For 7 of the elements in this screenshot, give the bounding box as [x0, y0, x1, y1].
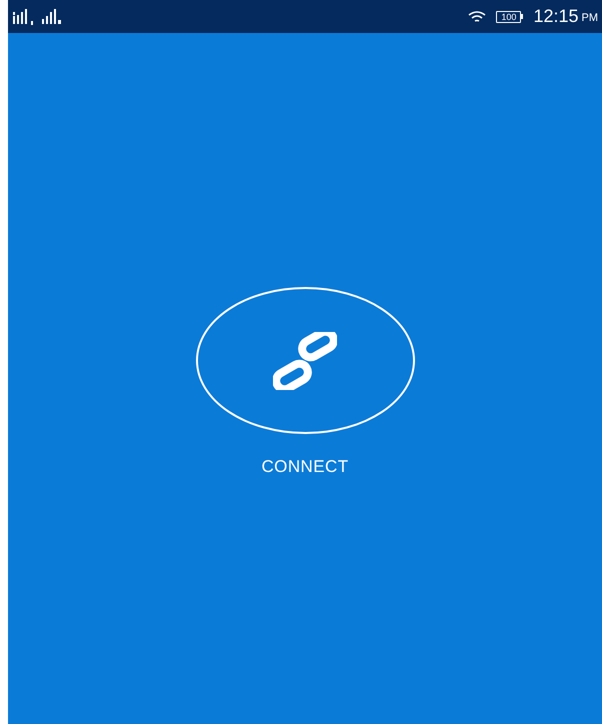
battery-level: 100 [496, 10, 522, 22]
link-icon [273, 332, 337, 390]
clock-time: 12:15 [533, 5, 578, 28]
connect-button[interactable] [196, 287, 414, 434]
clock-meridiem: PM [582, 11, 598, 26]
wifi-icon [468, 10, 486, 24]
connect-label: CONNECT [261, 456, 349, 478]
